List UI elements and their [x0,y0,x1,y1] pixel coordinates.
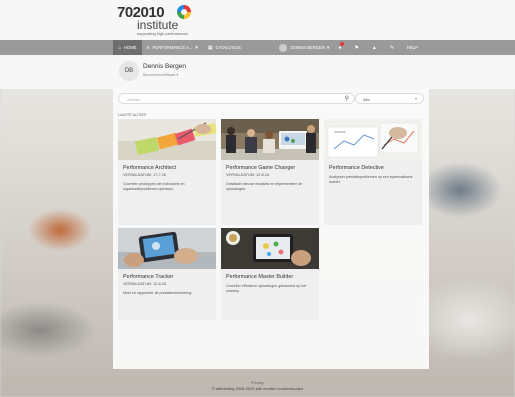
site-header: 702010 institute supporting high perform… [0,0,515,40]
home-icon: ⌂ [118,44,122,51]
search-placeholder: Zoeken [127,97,141,102]
main-navbar: ⌂ HOME ≡ PERFORMANCE A... ▾ ▦ CATALOGUS … [0,40,515,55]
card-title: Performance Tracker [123,274,174,280]
course-card-detective[interactable]: Performance Detective Analyseer prestati… [324,119,422,225]
card-description: Meet en rapporteer de prestatieverbeteri… [123,291,193,295]
nav-catalogus-label: CATALOGUS [215,45,241,50]
section-label: LAATST ACTIEF: [118,113,148,117]
copyright-text: © afbeelding 2008-2015 alle rechten voor… [211,386,304,391]
course-card-tracker[interactable]: Performance Tracker VERVALDATUM: 12-8-16… [118,228,216,320]
catalog-icon: ▦ [207,44,213,51]
card-description: Ontwikkel nieuwe mindsets en implementee… [226,182,303,191]
search-icon[interactable]: ⚲ [345,95,349,102]
logo-tagline: supporting high performance [137,31,188,36]
card-image [118,119,216,160]
profile-bar: DB Dennis Bergen Bezoekerscertificaat ▾ [0,55,515,89]
search-input[interactable]: Zoeken ⚲ [118,93,355,104]
card-title: Performance Master Builder [226,274,294,280]
nav-user-menu[interactable]: DENNIS BERGEN ▾ [275,40,333,55]
card-description: Analyseer prestatieproblemen op een syst… [329,175,413,184]
list-icon: ≡ [146,44,150,51]
nav-help-label: HELP [407,45,418,50]
chevron-down-icon: ▾ [195,44,198,51]
card-date: VERVALDATUM: 12-8-16 [226,173,270,177]
nav-home-label: HOME [124,45,137,50]
card-image [118,228,216,269]
card-title: Performance Game Changer [226,165,296,171]
wrench-icon: ✎ [389,44,395,51]
card-description: Cocreëer effectieve oplossingen gebaseer… [226,284,307,293]
logo-ring-icon [177,5,191,19]
nav-performance[interactable]: ≡ PERFORMANCE A... ▾ [142,40,203,55]
course-card-master-builder[interactable]: Performance Master Builder Cocreëer effe… [221,228,319,320]
user-avatar-icon [279,43,288,52]
notification-badge [340,41,345,46]
nav-help[interactable]: HELP [402,40,423,55]
nav-user-label: DENNIS BERGEN [290,45,325,50]
flag-button[interactable]: ⚑ [349,40,366,55]
card-date: VERVALDATUM: 17-7-16 [123,173,167,177]
main-content: Zoeken ⚲ Alle ▾ LAATST ACTIEF: Performan… [113,89,429,369]
profile-name: Dennis Bergen [143,63,186,70]
card-date: VERVALDATUM: 12-8-16 [123,282,167,286]
bell-icon: ● [338,41,345,51]
alert-button[interactable]: ▲ [367,40,385,55]
logo-word: institute [137,18,179,32]
card-image [324,119,422,160]
nav-performance-label: PERFORMANCE A... [152,45,193,50]
notifications-button[interactable]: ● [333,40,349,55]
filter-select[interactable]: Alle ▾ [355,93,424,104]
filter-value: Alle [363,97,370,102]
alert-icon: ▲ [371,44,377,51]
chevron-down-icon: ▾ [414,96,417,101]
avatar[interactable]: DB [119,61,139,81]
settings-button[interactable]: ✎ [385,40,402,55]
course-card-game-changer[interactable]: Performance Game Changer VERVALDATUM: 12… [221,119,319,225]
card-description: Cocreëer prototypen die individuele en o… [123,182,185,191]
card-image [221,228,319,269]
nav-home[interactable]: ⌂ HOME [113,40,142,55]
privacy-link[interactable]: Privacy [0,380,515,385]
card-title: Performance Architect [123,165,177,171]
nav-catalogus[interactable]: ▦ CATALOGUS [203,40,246,55]
course-card-architect[interactable]: Performance Architect VERVALDATUM: 17-7-… [118,119,216,225]
profile-subtitle[interactable]: Bezoekerscertificaat ▾ [143,73,178,77]
card-title: Performance Detective [329,165,384,171]
flag-icon: ⚑ [354,44,359,51]
chevron-down-icon: ▾ [326,44,330,51]
logo[interactable]: 702010 institute supporting high perform… [117,4,217,38]
card-image [221,119,319,160]
